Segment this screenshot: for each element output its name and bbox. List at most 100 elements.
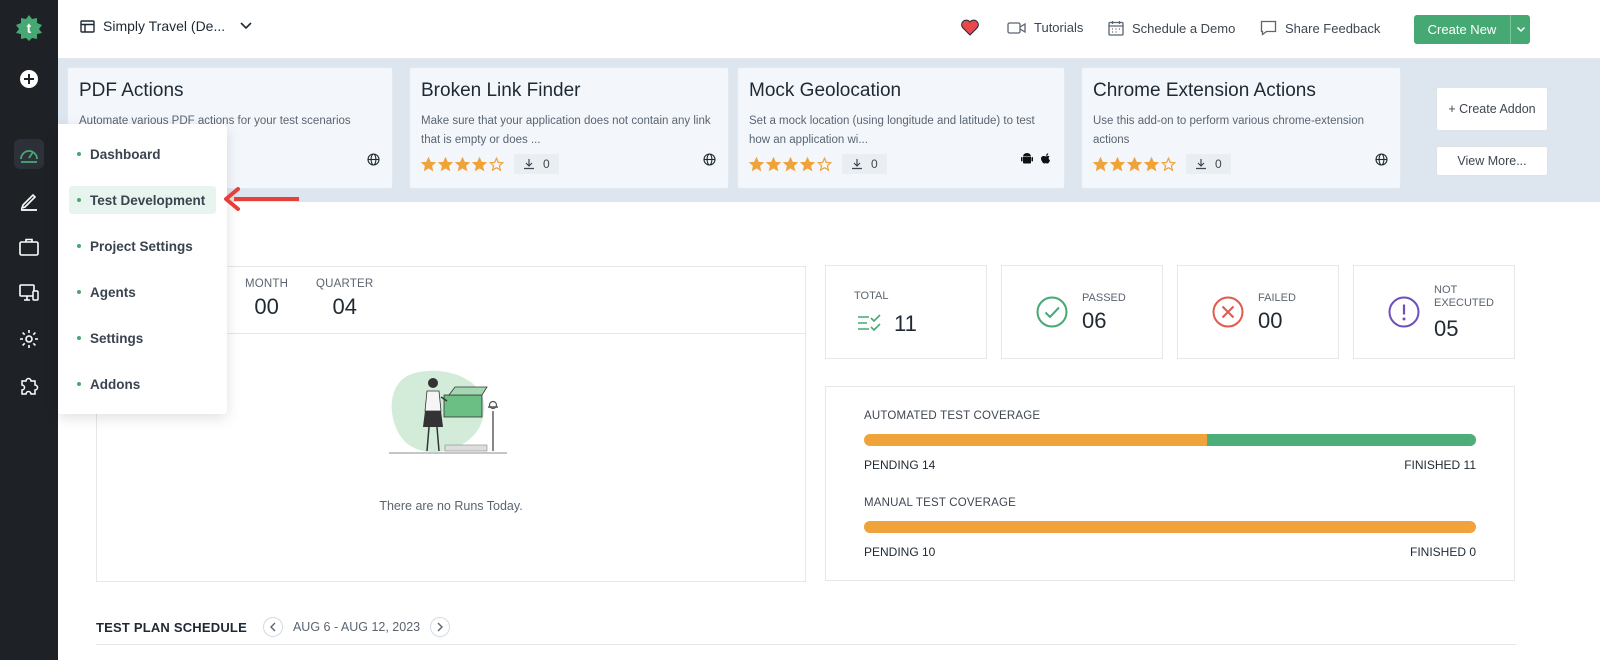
addon-card[interactable]: Mock Geolocation Set a mock location (us… (737, 67, 1065, 189)
bullet-dot (77, 198, 81, 202)
menu-item-label: Project Settings (90, 238, 193, 254)
logo-letter: t (27, 20, 32, 36)
download-count[interactable]: 0 (1186, 154, 1231, 174)
menu-item-agents[interactable]: Agents (69, 278, 147, 306)
create-new-dropdown[interactable] (1510, 15, 1530, 44)
not-executed-value: 05 (1434, 316, 1459, 341)
exclamation-circle-icon (1388, 296, 1420, 328)
logo-icon[interactable]: t (15, 14, 43, 42)
star-filled-icon (766, 156, 781, 171)
month-label: MONTH (245, 278, 289, 290)
menu-item-label: Test Development (90, 192, 206, 208)
calendar-icon (1108, 21, 1124, 36)
project-name: Simply Travel (De... (103, 18, 226, 34)
x-circle-icon (1212, 296, 1244, 328)
create-addon-button[interactable]: + Create Addon (1436, 87, 1548, 131)
star-empty-icon (1161, 156, 1176, 171)
month-value: 00 (254, 294, 279, 319)
not-executed-card[interactable]: NOT EXECUTED 05 (1353, 265, 1515, 359)
star-filled-icon (1127, 156, 1142, 171)
rating-stars (421, 156, 504, 172)
rating-stars (749, 156, 832, 172)
next-week-button[interactable] (430, 617, 451, 637)
passed-card[interactable]: PASSED 06 (1001, 265, 1163, 359)
failed-card[interactable]: FAILED 00 (1177, 265, 1339, 359)
puzzle-icon[interactable] (18, 374, 40, 396)
download-count[interactable]: 0 (842, 154, 887, 174)
heart-icon[interactable] (960, 19, 980, 37)
chevron-right-icon (437, 622, 444, 632)
month-stat[interactable]: MONTH 00 (245, 278, 288, 320)
platform-icons (1375, 153, 1388, 166)
chevron-left-icon (269, 622, 276, 632)
star-filled-icon (800, 156, 815, 171)
menu-item-test-development[interactable]: Test Development (69, 186, 217, 214)
star-filled-icon (749, 156, 764, 171)
dashboard-gauge-icon[interactable] (18, 144, 40, 166)
pen-icon[interactable] (18, 190, 40, 212)
menu-item-addons[interactable]: Addons (69, 370, 151, 398)
empty-runs-message: There are no Runs Today. (379, 499, 523, 513)
project-selector[interactable]: Simply Travel (De... (80, 18, 253, 34)
tutorials-link[interactable]: Tutorials (1007, 20, 1083, 35)
manual-pending: PENDING 10 (864, 545, 936, 559)
chat-bubble-icon (1260, 20, 1277, 36)
top-bar: Simply Travel (De... Tutorials Schedule … (58, 0, 1600, 59)
dashboard-flyout-menu: Dashboard Test Development Project Setti… (58, 124, 227, 414)
failed-value: 00 (1258, 308, 1283, 333)
add-circle-icon[interactable] (18, 68, 40, 90)
automated-coverage-bar[interactable] (864, 434, 1476, 446)
total-label: TOTAL (854, 290, 889, 302)
video-camera-icon (1007, 21, 1026, 34)
gear-icon[interactable] (18, 328, 40, 350)
platform-icons (1021, 152, 1052, 166)
star-filled-icon (438, 156, 453, 171)
globe-icon (703, 153, 716, 166)
addon-strip: PDF Actions Automate various PDF actions… (58, 59, 1600, 202)
bullet-dot (77, 152, 81, 156)
create-new-button[interactable]: Create New (1414, 15, 1530, 44)
addon-card[interactable]: Chrome Extension Actions Use this add-on… (1081, 67, 1401, 189)
star-filled-icon (472, 156, 487, 171)
bullet-dot (77, 290, 81, 294)
total-card[interactable]: TOTAL 11 (825, 265, 987, 359)
quarter-stat[interactable]: QUARTER 04 (316, 278, 373, 320)
prev-week-button[interactable] (262, 617, 283, 637)
menu-item-label: Agents (90, 284, 136, 300)
star-filled-icon (421, 156, 436, 171)
share-feedback-label: Share Feedback (1285, 20, 1381, 36)
monitor-agents-icon[interactable] (18, 282, 40, 304)
apple-icon (1041, 153, 1050, 164)
test-plan-schedule: TEST PLAN SCHEDULE AUG 6 - AUG 12, 2023 (96, 617, 451, 637)
addon-title: Mock Geolocation (749, 80, 902, 101)
chevron-down-icon[interactable] (239, 21, 253, 31)
tutorials-label: Tutorials (1034, 20, 1084, 35)
automated-finished: FINISHED 11 (1404, 458, 1476, 472)
schedule-demo-link[interactable]: Schedule a Demo (1108, 20, 1235, 36)
automated-finished-fill (1206, 434, 1476, 446)
share-feedback-link[interactable]: Share Feedback (1260, 20, 1380, 36)
rating-stars (1093, 156, 1176, 172)
menu-item-dashboard[interactable]: Dashboard (69, 140, 172, 168)
addon-description: Make sure that your application does not… (421, 115, 711, 146)
total-value: 11 (894, 311, 917, 336)
addon-description: Use this add-on to perform various chrom… (1093, 115, 1365, 146)
menu-item-project-settings[interactable]: Project Settings (69, 232, 204, 260)
star-empty-icon (489, 156, 504, 171)
quarter-value: 04 (332, 294, 357, 319)
checklist-icon (858, 314, 881, 332)
menu-item-settings[interactable]: Settings (69, 324, 154, 352)
briefcase-icon[interactable] (18, 236, 40, 258)
star-filled-icon (455, 156, 470, 171)
manual-coverage-bar[interactable] (864, 521, 1476, 533)
download-count-value: 0 (871, 157, 878, 171)
star-filled-icon (1093, 156, 1108, 171)
coverage-panel: AUTOMATED TEST COVERAGE PENDING 14 FINIS… (825, 386, 1515, 581)
schedule-demo-label: Schedule a Demo (1132, 20, 1236, 36)
divider (96, 644, 1516, 645)
menu-item-label: Addons (90, 376, 141, 392)
download-count[interactable]: 0 (514, 154, 559, 174)
view-more-button[interactable]: View More... (1436, 146, 1548, 176)
create-new-label: Create New (1427, 22, 1497, 37)
addon-card[interactable]: Broken Link Finder Make sure that your a… (409, 67, 729, 189)
